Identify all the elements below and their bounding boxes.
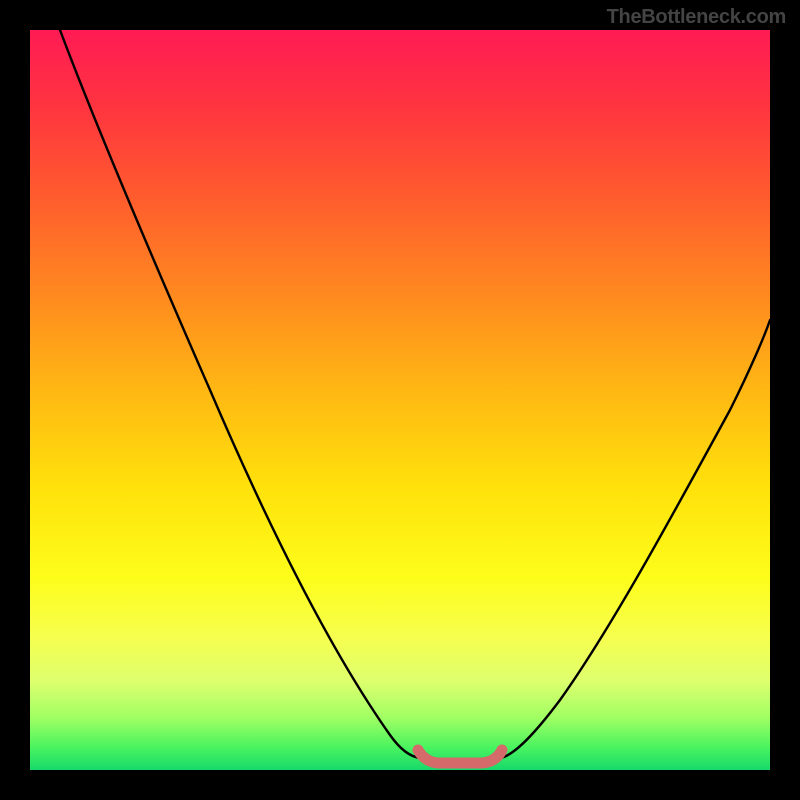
chart-curve-layer (30, 30, 770, 770)
bottleneck-chart (30, 30, 770, 770)
watermark-text: TheBottleneck.com (607, 6, 786, 29)
curve-right-path (500, 320, 770, 758)
curve-left-path (60, 30, 420, 758)
valley-marker-path (418, 750, 502, 763)
